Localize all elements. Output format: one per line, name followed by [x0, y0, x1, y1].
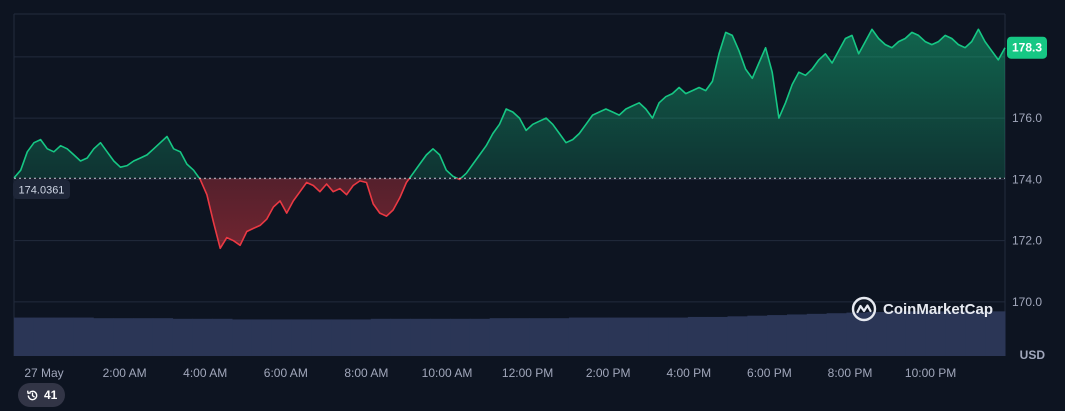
volume-bar: [212, 318, 233, 356]
volume-bar: [113, 318, 134, 356]
coinmarketcap-watermark: CoinMarketCap: [851, 296, 993, 322]
volume-bar: [687, 316, 709, 356]
volume-bar: [251, 319, 273, 356]
x-tick-label: 2:00 AM: [103, 366, 147, 380]
volume-bar: [172, 318, 193, 356]
volume-bar: [311, 319, 332, 356]
volume-bar: [529, 318, 550, 356]
volume-bar: [588, 317, 610, 356]
coinmarketcap-logo-icon: [851, 296, 877, 322]
x-tick-label: 27 May: [24, 366, 63, 380]
volume-bar: [430, 318, 451, 356]
x-axis: 27 May 2:00 AM 4:00 AM 6:00 AM 8:00 AM 10:00 …: [24, 366, 956, 380]
volume-bar: [14, 317, 35, 356]
volume-bar: [469, 318, 491, 356]
x-tick-label: 8:00 PM: [828, 366, 873, 380]
volume-bar: [767, 315, 788, 356]
y-tick-label: 172.0: [1012, 234, 1042, 248]
x-tick-label: 8:00 AM: [344, 366, 388, 380]
volume-bar: [489, 318, 510, 356]
x-tick-label: 4:00 PM: [666, 366, 711, 380]
volume-bar: [509, 318, 530, 356]
baseline-price-tag: 174.0361: [13, 180, 70, 199]
x-tick-label: 6:00 PM: [747, 366, 792, 380]
x-tick-label: 2:00 PM: [586, 366, 631, 380]
current-price-tag: 178.3: [1007, 36, 1047, 59]
volume-bar: [390, 318, 411, 356]
x-tick-label: 12:00 PM: [502, 366, 553, 380]
x-tick-label: 4:00 AM: [183, 366, 227, 380]
y-tick-label: 170.0: [1012, 295, 1042, 309]
volume-bar: [707, 316, 729, 356]
y-tick-label: 176.0: [1012, 111, 1042, 125]
current-price-label: 178.3: [1012, 41, 1042, 55]
volume-bar: [648, 317, 669, 356]
volume-bar: [826, 313, 847, 356]
volume-bar: [450, 318, 471, 356]
volume-bar: [33, 317, 55, 356]
volume-bar: [786, 314, 808, 356]
volume-bar: [549, 318, 570, 356]
volume-bar: [271, 319, 292, 356]
volume-bar: [232, 319, 253, 356]
volume-bar: [806, 313, 828, 356]
price-chart: 170.0 172.0 174.0 176.0 27 May 2:00 AM 4:00 A…: [13, 13, 1047, 380]
volume-bar: [747, 315, 768, 356]
watermark-text: CoinMarketCap: [883, 300, 994, 318]
volume-bar: [93, 318, 114, 356]
volume-bar: [53, 317, 74, 356]
history-icon: [26, 390, 38, 400]
history-badge[interactable]: 41: [18, 383, 66, 407]
volume-bar: [350, 319, 372, 356]
volume-bar: [152, 318, 174, 356]
volume-bar: [727, 316, 748, 356]
volume-bar: [628, 317, 649, 356]
x-tick-label: 6:00 AM: [264, 366, 308, 380]
volume-bar: [568, 317, 590, 356]
price-area-up: [14, 29, 1005, 179]
history-count: 41: [44, 388, 58, 402]
x-tick-label: 10:00 AM: [422, 366, 473, 380]
volume-bar: [132, 318, 154, 356]
x-tick-label: 10:00 PM: [905, 366, 956, 380]
volume-bar: [370, 318, 392, 356]
volume-bar: [73, 317, 94, 356]
baseline-price-label: 174.0361: [19, 185, 65, 197]
volume-bar: [291, 319, 312, 356]
volume-bar: [668, 317, 689, 356]
volume-bar: [192, 318, 213, 356]
y-axis-unit: USD: [1020, 348, 1046, 362]
y-tick-label: 174.0: [1012, 172, 1042, 186]
volume-bar: [410, 318, 431, 356]
y-axis: 170.0 172.0 174.0 176.0: [1012, 111, 1042, 309]
volume-bar: [608, 317, 629, 356]
volume-bar: [331, 319, 352, 356]
